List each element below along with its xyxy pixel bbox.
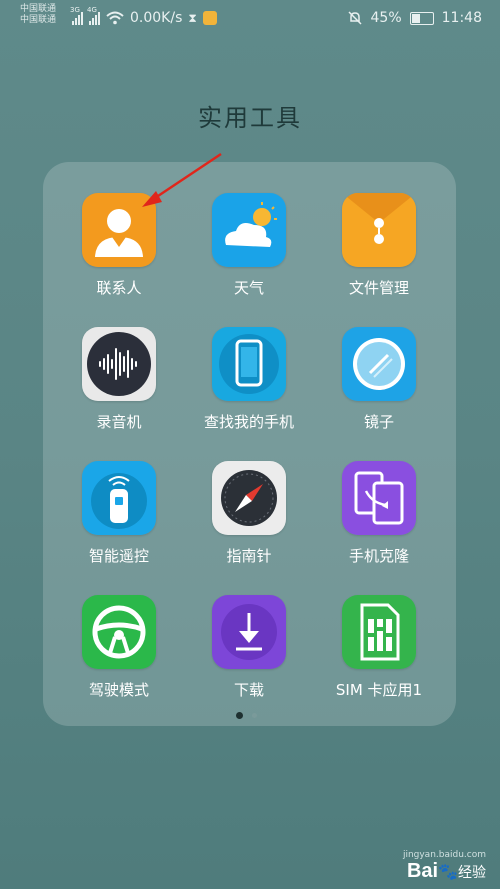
watermark-logo: Bai bbox=[406, 860, 439, 882]
status-left: 3G 4G 0.00K/s ⧗ bbox=[70, 6, 217, 28]
folder-title[interactable]: 实用工具 bbox=[0, 98, 500, 133]
carrier-sim1: 中国联通 bbox=[20, 4, 57, 14]
app-label: 文件管理 bbox=[348, 279, 409, 297]
battery-percent: 45% bbox=[370, 10, 402, 26]
mirror-icon[interactable] bbox=[342, 327, 416, 401]
signal-sim2-icon: 4G bbox=[87, 6, 100, 25]
app-label: 联系人 bbox=[96, 279, 142, 297]
mute-bell-icon bbox=[347, 11, 362, 25]
smart-remote-icon[interactable] bbox=[82, 461, 156, 535]
app-label: 手机克隆 bbox=[348, 547, 409, 565]
app-find-my-phone[interactable]: 查找我的手机 bbox=[184, 327, 314, 432]
clock: 11:48 bbox=[441, 10, 482, 26]
app-label: 镜子 bbox=[363, 413, 394, 431]
compass-icon[interactable] bbox=[212, 461, 286, 535]
hourglass-icon: ⧗ bbox=[188, 10, 197, 25]
app-contacts[interactable]: 联系人 bbox=[54, 193, 184, 298]
notification-app-icon bbox=[202, 11, 217, 25]
app-download[interactable]: 下载 bbox=[184, 595, 314, 700]
app-weather[interactable]: 天气 bbox=[184, 193, 314, 298]
app-label: SIM 卡应用1 bbox=[335, 681, 423, 699]
app-label: 驾驶模式 bbox=[88, 681, 149, 699]
watermark-logo-suffix: 经验 bbox=[458, 865, 486, 881]
network-speed: 0.00K/s bbox=[130, 10, 183, 26]
app-label: 指南针 bbox=[226, 547, 272, 565]
paw-icon: 🐾 bbox=[438, 862, 458, 881]
signal-sim2-tag: 4G bbox=[87, 6, 97, 14]
app-smart-remote[interactable]: 智能遥控 bbox=[54, 461, 184, 566]
app-phone-clone[interactable]: 手机克隆 bbox=[314, 461, 444, 566]
app-mirror[interactable]: 镜子 bbox=[314, 327, 444, 432]
app-label: 智能遥控 bbox=[88, 547, 149, 565]
watermark-url: jingyan.baidu.com bbox=[402, 850, 486, 860]
recorder-icon[interactable] bbox=[82, 327, 156, 401]
app-recorder[interactable]: 录音机 bbox=[54, 327, 184, 432]
signal-sim1-icon: 3G bbox=[70, 6, 83, 25]
app-sim-card[interactable]: SIM 卡应用1 bbox=[314, 595, 444, 700]
page-dot-active[interactable] bbox=[236, 712, 243, 719]
baidu-watermark: jingyan.baidu.com Bai🐾经验 bbox=[403, 850, 486, 883]
status-right: 45% 11:48 bbox=[347, 8, 482, 28]
weather-icon[interactable] bbox=[212, 193, 286, 267]
signal-sim1-tag: 3G bbox=[70, 6, 80, 14]
app-compass[interactable]: 指南针 bbox=[184, 461, 314, 566]
contacts-icon[interactable] bbox=[82, 193, 156, 267]
battery-icon bbox=[409, 11, 434, 25]
phone-clone-icon[interactable] bbox=[342, 461, 416, 535]
app-label: 录音机 bbox=[96, 413, 142, 431]
carrier-sim2: 中国联通 bbox=[20, 15, 57, 25]
app-label: 天气 bbox=[233, 279, 264, 297]
page-dot-inactive[interactable] bbox=[252, 713, 257, 718]
app-file-manager[interactable]: 文件管理 bbox=[314, 193, 444, 298]
file-manager-icon[interactable] bbox=[342, 193, 416, 267]
app-label: 查找我的手机 bbox=[203, 413, 294, 431]
page-indicator bbox=[236, 712, 257, 719]
find-my-phone-icon[interactable] bbox=[212, 327, 286, 401]
sim-card-icon[interactable] bbox=[342, 595, 416, 669]
app-driving-mode[interactable]: 驾驶模式 bbox=[54, 595, 184, 700]
wifi-icon bbox=[106, 11, 124, 25]
status-bar: 中国联通 中国联通 3G 4G 0.00K/s ⧗ 45% 11:48 bbox=[0, 0, 500, 34]
carrier-info: 中国联通 中国联通 bbox=[20, 4, 56, 26]
driving-mode-icon[interactable] bbox=[82, 595, 156, 669]
app-label: 下载 bbox=[233, 681, 264, 699]
download-icon[interactable] bbox=[212, 595, 286, 669]
